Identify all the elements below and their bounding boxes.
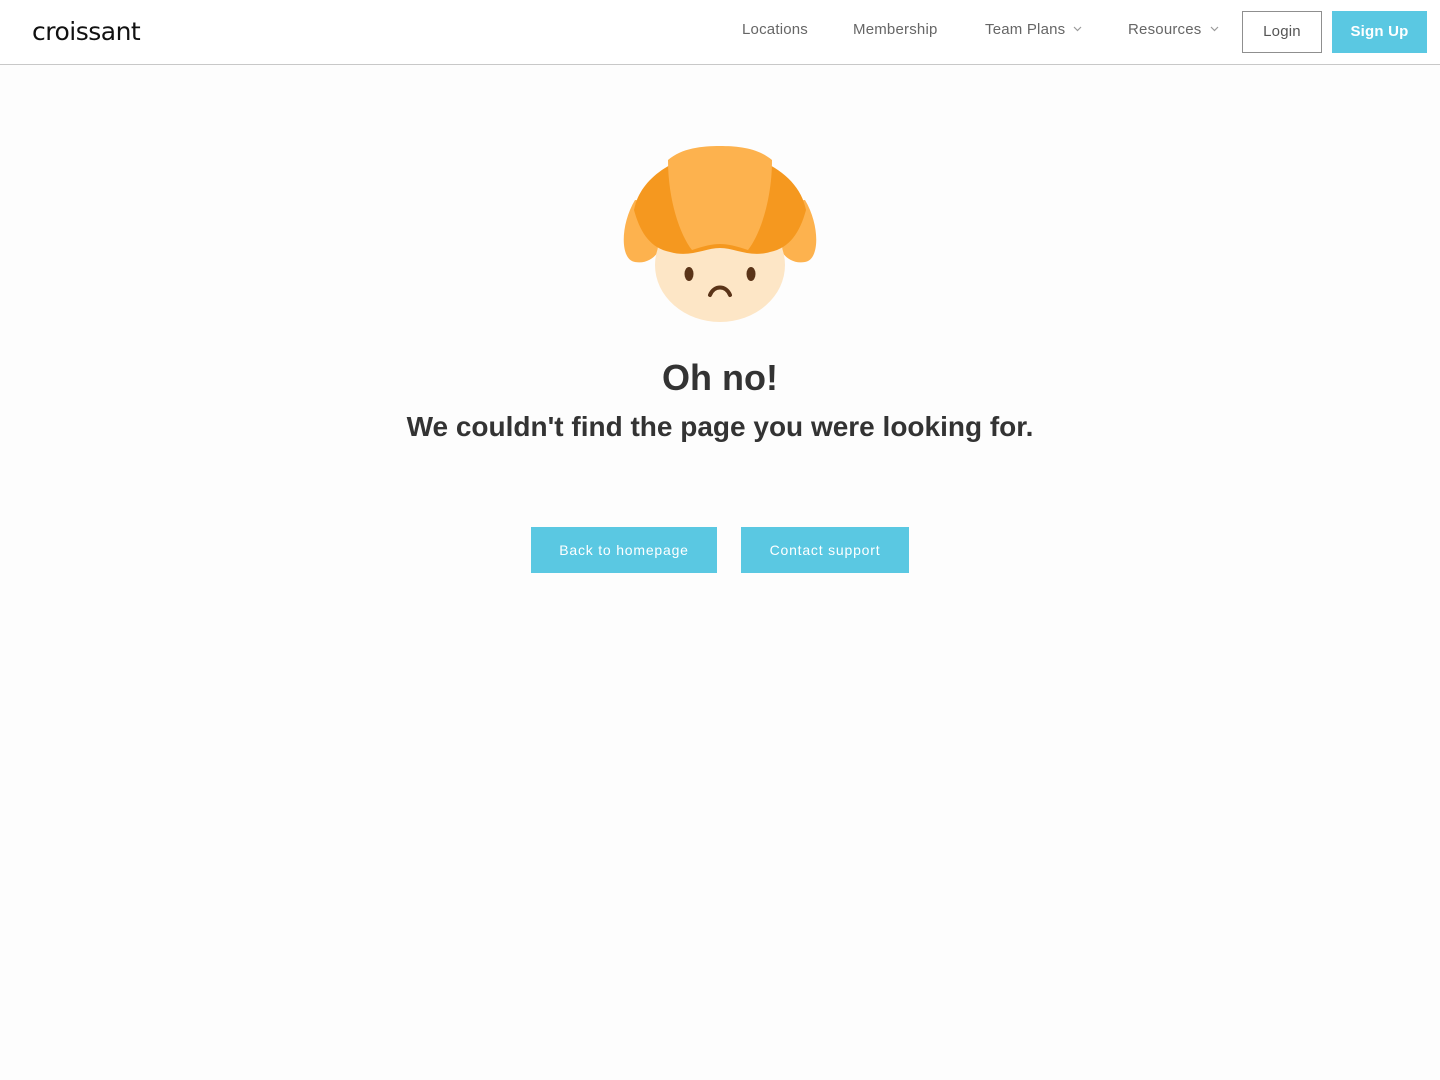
contact-support-button[interactable]: Contact support [741,527,909,573]
login-button[interactable]: Login [1242,11,1322,53]
nav-resources-dropdown[interactable]: Resources [1128,19,1219,41]
nav-team-plans-dropdown[interactable]: Team Plans [985,19,1082,41]
nav-locations-link[interactable]: Locations [742,19,808,41]
sad-croissant-icon [620,140,820,330]
back-to-homepage-button[interactable]: Back to homepage [531,527,717,573]
nav-team-plans-label: Team Plans [985,21,1066,38]
chevron-down-icon [1073,17,1082,39]
error-title: Oh no! [662,357,778,398]
signup-button[interactable]: Sign Up [1332,11,1427,53]
nav-membership-link[interactable]: Membership [853,19,938,41]
top-navbar: croissant Locations Membership Team Plan… [0,0,1440,65]
chevron-down-icon [1210,17,1219,39]
nav-resources-label: Resources [1128,21,1202,38]
error-message: We couldn't find the page you were looki… [406,411,1034,442]
croissant-logo[interactable]: croissant [32,17,141,47]
